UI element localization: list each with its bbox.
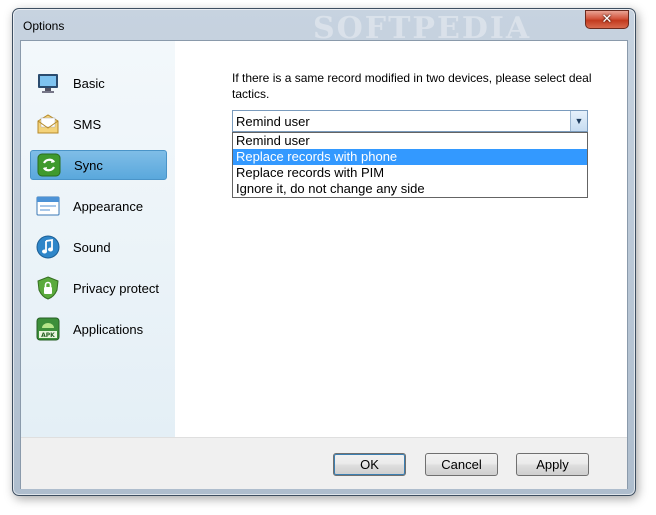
sidebar-item-privacy-protect[interactable]: Privacy protect	[30, 273, 167, 303]
dialog-body: Basic SMS Sync Appearance Sound Privacy …	[20, 40, 628, 489]
sidebar-item-label: Appearance	[73, 198, 144, 214]
title-bar[interactable]: Options SOFTPEDIA ✕	[13, 9, 635, 46]
options-window: Options SOFTPEDIA ✕ Basic SMS Sync Appea…	[12, 8, 636, 496]
close-button[interactable]: ✕	[585, 10, 629, 29]
sidebar-item-label: SMS	[73, 116, 102, 132]
sidebar-item-sound[interactable]: Sound	[30, 232, 167, 262]
monitor-icon	[35, 70, 61, 96]
chevron-down-icon[interactable]: ▼	[570, 111, 587, 131]
sync-description: If there is a same record modified in tw…	[232, 71, 592, 101]
sidebar-item-sms[interactable]: SMS	[30, 109, 167, 139]
sidebar-item-label: Sound	[73, 239, 111, 255]
deal-tactics-combobox[interactable]: Remind user ▼	[232, 110, 588, 132]
envelope-icon	[35, 111, 61, 137]
sidebar-item-applications[interactable]: APK Applications	[30, 314, 167, 344]
sidebar-item-label: Applications	[73, 321, 144, 337]
apk-icon: APK	[35, 316, 61, 342]
deal-tactics-dropdown-list: Remind user Replace records with phone R…	[232, 132, 588, 198]
dropdown-option[interactable]: Replace records with PIM	[233, 165, 587, 181]
sidebar-item-label: Basic	[73, 75, 105, 91]
dropdown-option[interactable]: Replace records with phone	[233, 149, 587, 165]
dropdown-option[interactable]: Remind user	[233, 133, 587, 149]
sidebar-item-sync[interactable]: Sync	[30, 150, 167, 180]
svg-text:APK: APK	[41, 332, 55, 339]
sidebar-item-label: Privacy protect	[73, 280, 159, 296]
sidebar-item-basic[interactable]: Basic	[30, 68, 167, 98]
apply-button[interactable]: Apply	[516, 453, 589, 476]
sidebar: Basic SMS Sync Appearance Sound Privacy …	[21, 41, 175, 437]
combobox-value: Remind user	[236, 113, 310, 129]
close-icon: ✕	[601, 12, 613, 27]
music-note-icon	[35, 234, 61, 260]
sync-icon	[36, 152, 62, 178]
window-title: Options	[23, 19, 65, 33]
cancel-button[interactable]: Cancel	[425, 453, 498, 476]
ok-button[interactable]: OK	[333, 453, 406, 476]
sidebar-item-label: Sync	[74, 157, 103, 173]
lock-shield-icon	[35, 275, 61, 301]
window-icon	[35, 193, 61, 219]
dropdown-option[interactable]: Ignore it, do not change any side	[233, 181, 587, 197]
button-bar: OK Cancel Apply	[21, 437, 627, 489]
sidebar-item-appearance[interactable]: Appearance	[30, 191, 167, 221]
sync-settings-panel: If there is a same record modified in tw…	[175, 41, 627, 437]
